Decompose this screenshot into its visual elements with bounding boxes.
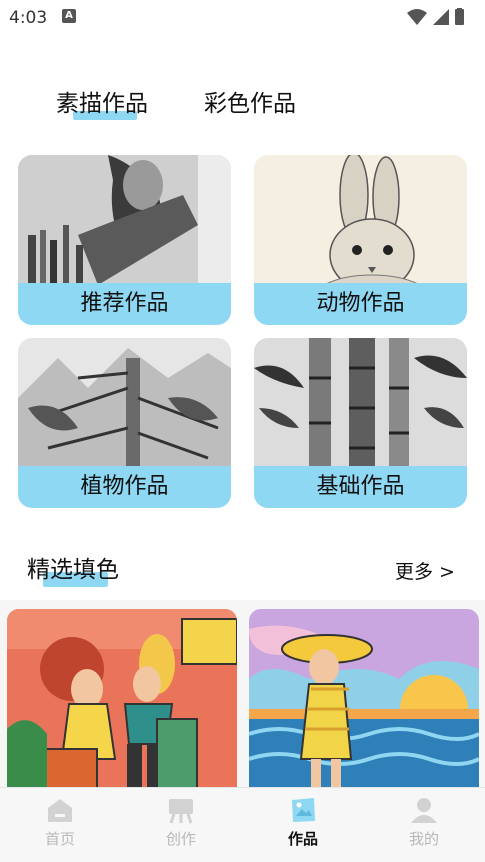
nav-label-works: 作品: [287, 830, 318, 848]
category-card-animals[interactable]: 动物作品: [254, 155, 467, 325]
category-card-plants[interactable]: 植物作品: [18, 338, 231, 508]
gallery-icon: [292, 798, 315, 822]
bottom-navigation: 首页 创作 作品 我的: [0, 787, 485, 862]
status-bar: 4:03 A: [0, 0, 485, 34]
system-status-icons: [407, 8, 464, 25]
category-label: 推荐作品: [18, 283, 231, 325]
nav-item-profile[interactable]: 我的: [384, 796, 464, 849]
featured-item-beach-girl[interactable]: [249, 609, 479, 790]
category-card-basics[interactable]: 基础作品: [254, 338, 467, 508]
nav-item-home[interactable]: 首页: [20, 796, 100, 849]
battery-icon: [455, 9, 464, 25]
nav-item-works[interactable]: 作品: [263, 796, 343, 849]
notification-a-icon: A: [62, 9, 76, 23]
nav-label-create: 创作: [165, 830, 196, 848]
artwork-type-tabs: 素描作品 彩色作品: [0, 80, 485, 130]
featured-section-title: 精选填色: [27, 557, 119, 583]
colored-two-girls-image: [7, 609, 237, 790]
category-label: 动物作品: [254, 283, 467, 325]
profile-icon: [411, 798, 437, 823]
featured-item-travel-girls[interactable]: [7, 609, 237, 790]
category-label: 基础作品: [254, 466, 467, 508]
colored-beach-girl-image: [249, 609, 479, 790]
home-icon: [48, 799, 72, 822]
nav-label-home: 首页: [44, 830, 75, 848]
category-label: 植物作品: [18, 466, 231, 508]
easel-icon: [169, 799, 193, 824]
signal-icon: [433, 9, 449, 25]
tab-sketch-works[interactable]: 素描作品: [56, 84, 148, 118]
status-time: 4:03: [9, 8, 48, 28]
tab-color-works[interactable]: 彩色作品: [204, 84, 296, 118]
wifi-icon: [407, 9, 427, 25]
more-link[interactable]: 更多 >: [395, 557, 455, 584]
nav-item-create[interactable]: 创作: [141, 796, 221, 849]
nav-label-profile: 我的: [408, 830, 439, 848]
category-card-recommended[interactable]: 推荐作品: [18, 155, 231, 325]
